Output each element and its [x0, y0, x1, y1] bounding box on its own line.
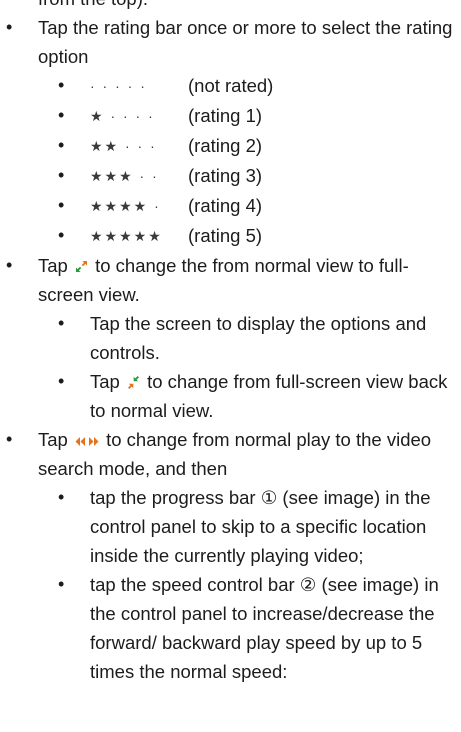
list-item-search-mode: • Tap to change from normal play to the …	[0, 425, 461, 483]
rating-stars: ★★★★★	[90, 228, 163, 244]
rating-stars: ★★ · · ·	[90, 138, 157, 154]
rating-option-2: • ★★ · · · (rating 2)	[0, 131, 461, 161]
rating-stars: ★★★★ ·	[90, 198, 161, 214]
bullet: •	[58, 105, 65, 125]
rating-label: (rating 3)	[188, 165, 263, 186]
bullet: •	[6, 429, 13, 449]
rating-stars: ★★★ · ·	[90, 168, 159, 184]
tap-screen-text: Tap the screen to display the options an…	[90, 313, 427, 363]
bullet: •	[58, 371, 65, 391]
fullscreen-text-post: to change the from normal view to full-s…	[38, 255, 409, 305]
rating-label: (rating 2)	[188, 135, 263, 156]
fast-rewind-forward-icon	[75, 436, 99, 447]
progress-bar-text: tap the progress bar ① (see image) in th…	[90, 487, 431, 566]
search-subitem-1: • tap the progress bar ① (see image) in …	[0, 483, 461, 570]
bullet: •	[58, 225, 65, 245]
fullscreen-subitem-1: • Tap the screen to display the options …	[0, 309, 461, 367]
bullet: •	[58, 135, 65, 155]
bullet: •	[58, 165, 65, 185]
rating-option-4: • ★★★★ · (rating 4)	[0, 191, 461, 221]
bullet: •	[58, 313, 65, 333]
bullet: •	[58, 195, 65, 215]
list-item-continued: from the top).	[0, 0, 461, 13]
rating-option-0: • · · · · · (not rated)	[0, 71, 461, 101]
rating-option-5: • ★★★★★ (rating 5)	[0, 221, 461, 251]
manual-page: from the top). • Tap the rating bar once…	[0, 0, 461, 686]
rating-instruction: Tap the rating bar once or more to selec…	[38, 17, 453, 67]
fullscreen-text-pre: Tap	[38, 255, 68, 276]
collapse-text-pre: Tap	[90, 371, 120, 392]
rating-option-3: • ★★★ · · (rating 3)	[0, 161, 461, 191]
search-text-pre: Tap	[38, 429, 68, 450]
list-item-fullscreen: • Tap to change the from normal view to …	[0, 251, 461, 309]
rating-option-1: • ★ · · · · (rating 1)	[0, 101, 461, 131]
collapse-fullscreen-icon	[127, 376, 140, 389]
rating-label: (rating 5)	[188, 225, 263, 246]
rating-label: (rating 4)	[188, 195, 263, 216]
speed-bar-text: tap the speed control bar ② (see image) …	[90, 574, 439, 682]
bullet: •	[58, 487, 65, 507]
rating-stars: ★ · · · ·	[90, 108, 155, 124]
search-subitem-2: • tap the speed control bar ② (see image…	[0, 570, 461, 686]
rating-label: (rating 1)	[188, 105, 263, 126]
fullscreen-subitem-2: • Tap to change from full-screen view ba…	[0, 367, 461, 425]
expand-fullscreen-icon	[75, 260, 88, 273]
bullet: •	[6, 255, 13, 275]
rating-label: (not rated)	[188, 75, 274, 96]
bullet: •	[6, 17, 13, 37]
collapse-text-post: to change from full-screen view back to …	[90, 371, 448, 421]
rating-stars: · · · · ·	[90, 78, 147, 94]
continued-text: from the top).	[38, 0, 461, 13]
bullet: •	[58, 574, 65, 594]
bullet: •	[58, 75, 65, 95]
list-item-rating: • Tap the rating bar once or more to sel…	[0, 13, 461, 71]
